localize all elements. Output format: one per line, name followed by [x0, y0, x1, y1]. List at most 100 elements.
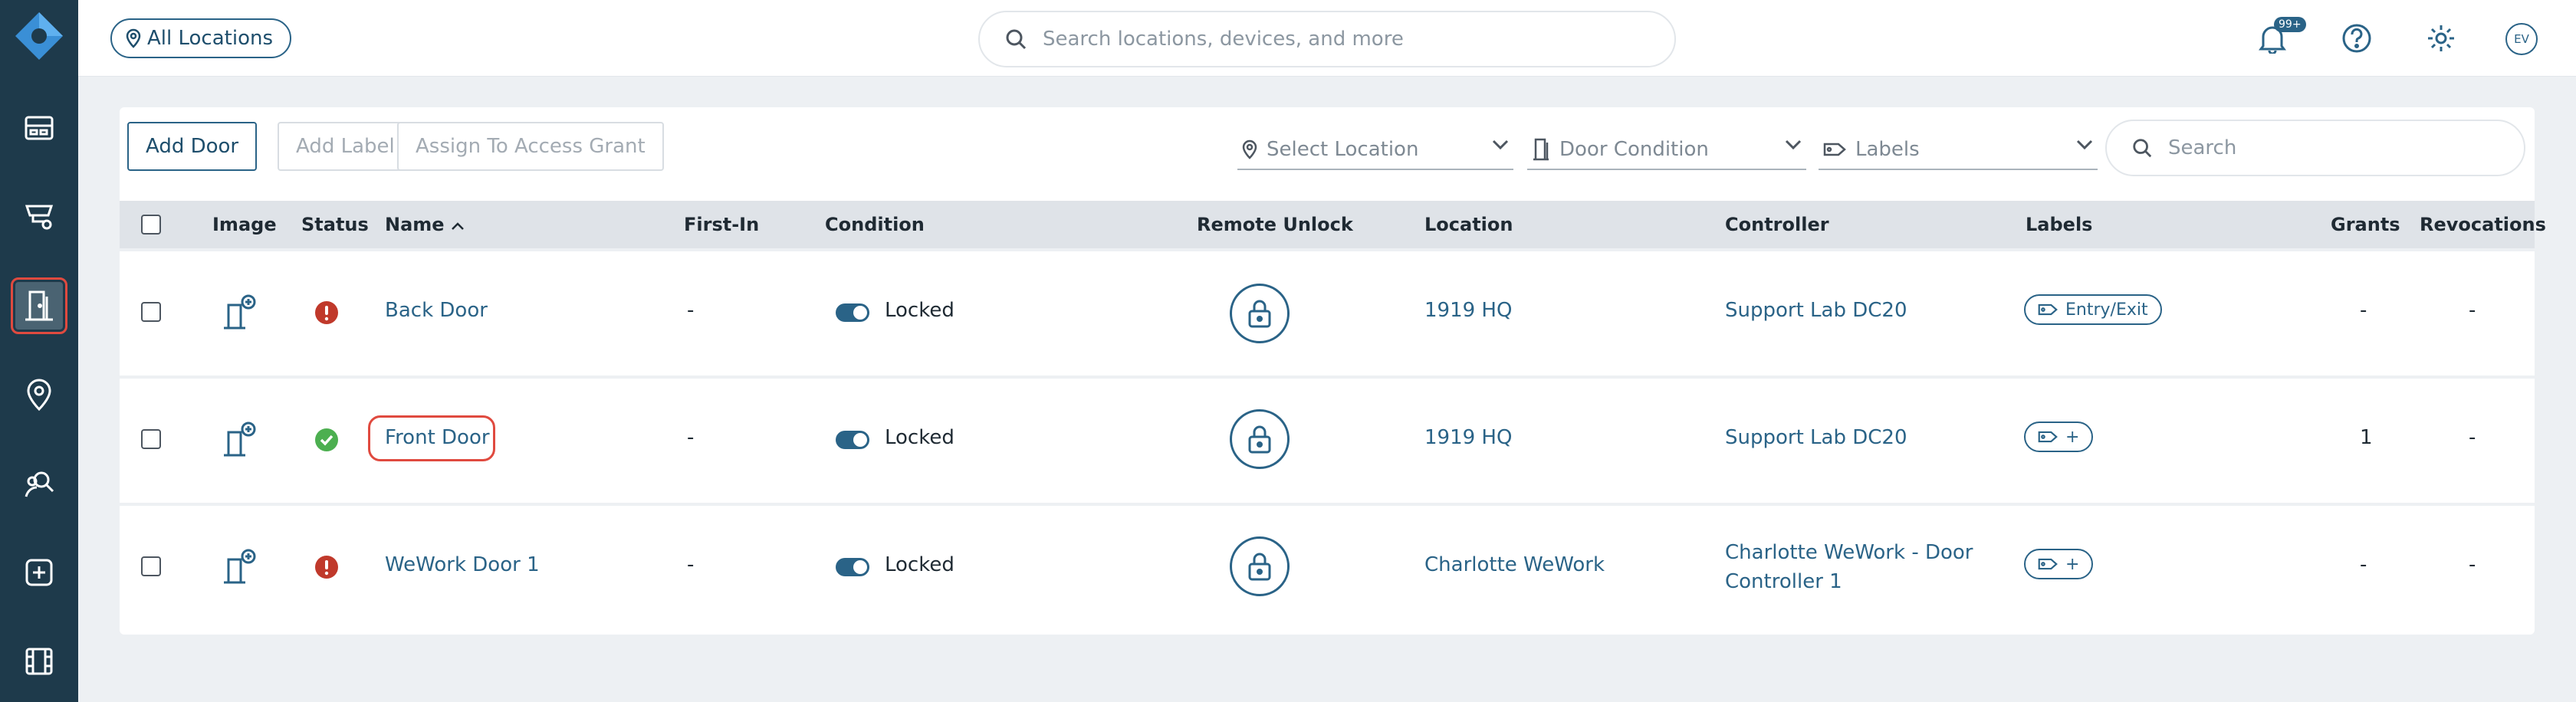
- status-error-icon: [315, 556, 338, 579]
- all-locations-button[interactable]: All Locations: [110, 18, 292, 58]
- lock-icon: [1248, 300, 1271, 328]
- settings-button[interactable]: [2421, 18, 2461, 58]
- label-chip-text: +: [2065, 427, 2080, 447]
- access-plus-icon: [25, 559, 53, 586]
- table-row[interactable]: Back Door - Locked 1919 HQ Support Lab D…: [120, 248, 2535, 372]
- status-error-icon: [315, 301, 338, 324]
- notification-badge: 99+: [2274, 17, 2306, 32]
- grants-value: -: [2360, 553, 2367, 576]
- controller-link[interactable]: Charlotte WeWork - Door Controller 1: [1725, 538, 1973, 596]
- table-header: Image Status Name First-In Condition Rem…: [120, 201, 2546, 248]
- first-in-value: -: [687, 299, 695, 322]
- help-button[interactable]: [2337, 18, 2377, 58]
- select-all-checkbox[interactable]: [141, 215, 161, 235]
- condition-toggle[interactable]: [836, 558, 869, 576]
- sidebar-item-video[interactable]: [11, 633, 67, 690]
- labels-dropdown[interactable]: Labels: [1819, 130, 2098, 170]
- controller-line-1: Charlotte WeWork - Door: [1725, 541, 1973, 564]
- add-door-button[interactable]: Add Door: [127, 122, 258, 171]
- sidebar-item-locations[interactable]: [11, 366, 67, 423]
- condition-toggle[interactable]: [836, 303, 869, 322]
- controller-link[interactable]: Support Lab DC20: [1725, 426, 1907, 449]
- location-link[interactable]: 1919 HQ: [1424, 426, 1512, 449]
- header-labels: Labels: [2026, 214, 2093, 235]
- row-checkbox[interactable]: [141, 302, 161, 322]
- condition-value: Locked: [885, 553, 955, 576]
- sidebar: [0, 0, 78, 702]
- door-icon: [1533, 138, 1549, 161]
- door-image-icon: [224, 549, 256, 584]
- header-controller: Controller: [1725, 214, 1829, 235]
- location-pin-icon: [27, 379, 51, 411]
- select-location-dropdown[interactable]: Select Location: [1237, 130, 1513, 170]
- app-logo[interactable]: [14, 11, 64, 61]
- first-in-value: -: [687, 426, 695, 449]
- table-search-input[interactable]: [2168, 136, 2505, 159]
- location-pin-icon: [126, 28, 141, 48]
- label-chip-text: Entry/Exit: [2065, 300, 2148, 320]
- tag-icon: [2038, 431, 2058, 443]
- sidebar-item-people-search[interactable]: [11, 455, 67, 512]
- header-grants: Grants: [2331, 214, 2400, 235]
- door-name-link[interactable]: WeWork Door 1: [385, 553, 540, 576]
- header-image: Image: [212, 214, 277, 235]
- door-image-icon: [224, 294, 256, 330]
- sidebar-item-access[interactable]: [11, 544, 67, 601]
- revocations-value: -: [2469, 553, 2476, 576]
- select-location-label: Select Location: [1267, 138, 1419, 161]
- add-label-button[interactable]: Add Label: [278, 122, 413, 171]
- controller-line-1: Support Lab DC20: [1725, 299, 1907, 322]
- chevron-down-icon: [1785, 139, 1802, 150]
- remote-unlock-button[interactable]: [1230, 284, 1290, 343]
- notifications-button[interactable]: 99+: [2252, 17, 2306, 58]
- header-name[interactable]: Name: [385, 201, 465, 248]
- sidebar-item-dashboard[interactable]: [11, 100, 67, 156]
- sidebar-item-devices[interactable]: [11, 189, 67, 245]
- chevron-down-icon: [2076, 139, 2093, 150]
- door-icon: [25, 290, 53, 321]
- condition-value: Locked: [885, 299, 955, 322]
- gear-icon: [2428, 25, 2454, 51]
- people-search-icon: [25, 471, 54, 497]
- label-chip[interactable]: Entry/Exit: [2024, 294, 2162, 325]
- location-link[interactable]: Charlotte WeWork: [1424, 553, 1605, 576]
- door-image-icon: [224, 422, 256, 457]
- global-search[interactable]: [978, 11, 1676, 67]
- help-icon: [2342, 24, 2371, 53]
- door-condition-dropdown[interactable]: Door Condition: [1527, 130, 1806, 170]
- header-revocations: Revocations: [2420, 214, 2546, 235]
- assign-access-grant-button[interactable]: Assign To Access Grant: [397, 122, 664, 171]
- table-search[interactable]: [2105, 120, 2525, 176]
- top-bar: All Locations 99+ EV: [78, 0, 2576, 77]
- remote-unlock-button[interactable]: [1230, 409, 1290, 469]
- lock-icon: [1248, 425, 1271, 454]
- door-name-link[interactable]: Front Door: [385, 426, 490, 449]
- sort-up-icon: [452, 222, 464, 230]
- location-pin-icon: [1242, 139, 1257, 159]
- revocations-value: -: [2469, 299, 2476, 322]
- remote-unlock-button[interactable]: [1230, 536, 1290, 596]
- header-remote-unlock: Remote Unlock: [1197, 214, 1353, 235]
- condition-toggle[interactable]: [836, 431, 869, 449]
- header-condition: Condition: [825, 214, 925, 235]
- table-row[interactable]: Front Door - Locked 1919 HQ Support Lab …: [120, 376, 2535, 500]
- row-checkbox[interactable]: [141, 429, 161, 449]
- user-avatar[interactable]: EV: [2505, 23, 2538, 55]
- labels-filter-label: Labels: [1855, 138, 1920, 161]
- global-search-input[interactable]: [1043, 28, 1641, 51]
- doors-panel: Add Door Add Label Assign To Access Gran…: [120, 107, 2546, 635]
- header-name-label: Name: [385, 214, 445, 235]
- table-row[interactable]: WeWork Door 1 - Locked Charlotte WeWork …: [120, 503, 2535, 627]
- tag-icon: [2038, 303, 2058, 316]
- door-name-link[interactable]: Back Door: [385, 299, 488, 322]
- chevron-down-icon: [1492, 139, 1509, 150]
- grants-value: -: [2360, 299, 2367, 322]
- add-label-chip[interactable]: +: [2024, 549, 2094, 579]
- search-icon: [1006, 29, 1027, 50]
- location-link[interactable]: 1919 HQ: [1424, 299, 1512, 322]
- row-checkbox[interactable]: [141, 556, 161, 576]
- controller-link[interactable]: Support Lab DC20: [1725, 299, 1907, 322]
- sidebar-item-doors[interactable]: [11, 277, 67, 334]
- devices-icon: [25, 205, 54, 230]
- add-label-chip[interactable]: +: [2024, 422, 2094, 452]
